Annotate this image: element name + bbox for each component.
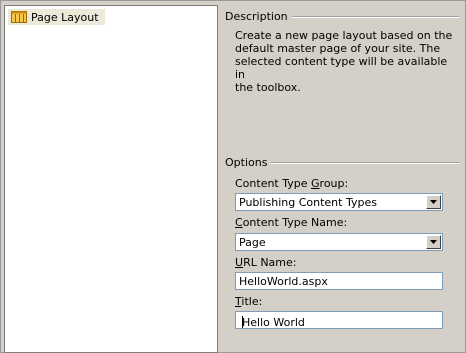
content-type-name-select[interactable]: Page	[235, 233, 443, 251]
section-divider	[291, 15, 459, 18]
options-section-header: Options	[225, 156, 459, 169]
title-label: Title:	[235, 295, 263, 308]
options-heading: Options	[225, 156, 268, 169]
content-type-group-label: Content Type Group:	[235, 177, 349, 190]
new-page-layout-dialog: Page Layout Description Create a new pag…	[0, 0, 466, 353]
description-line: Create a new page layout based on the	[235, 29, 453, 42]
list-item-page-layout[interactable]: Page Layout	[8, 9, 105, 25]
title-value: Hello World	[242, 316, 305, 329]
description-line: the toolbox.	[235, 81, 301, 94]
text-caret	[242, 316, 243, 328]
section-divider	[271, 161, 459, 164]
list-item-label: Page Layout	[31, 10, 99, 24]
chevron-down-icon[interactable]	[426, 235, 441, 249]
content-type-group-value: Publishing Content Types	[239, 196, 377, 209]
chevron-down-icon[interactable]	[426, 195, 441, 209]
url-name-label: URL Name:	[235, 256, 297, 269]
description-text: Create a new page layout based on the de…	[235, 29, 457, 94]
description-line: default master page of your site. The	[235, 42, 441, 55]
description-section-header: Description	[225, 10, 459, 23]
url-name-input[interactable]: HelloWorld.aspx	[235, 272, 443, 290]
url-name-value: HelloWorld.aspx	[239, 275, 328, 288]
content-type-group-select[interactable]: Publishing Content Types	[235, 193, 443, 211]
title-input[interactable]: Hello World	[235, 311, 443, 329]
details-pane: Description Create a new page layout bas…	[219, 1, 465, 352]
description-line: selected content type will be available …	[235, 55, 448, 81]
content-type-name-label: Content Type Name:	[235, 216, 348, 229]
description-heading: Description	[225, 10, 288, 23]
page-layout-icon	[11, 11, 27, 23]
content-type-name-value: Page	[239, 236, 266, 249]
template-list[interactable]: Page Layout	[4, 5, 218, 353]
